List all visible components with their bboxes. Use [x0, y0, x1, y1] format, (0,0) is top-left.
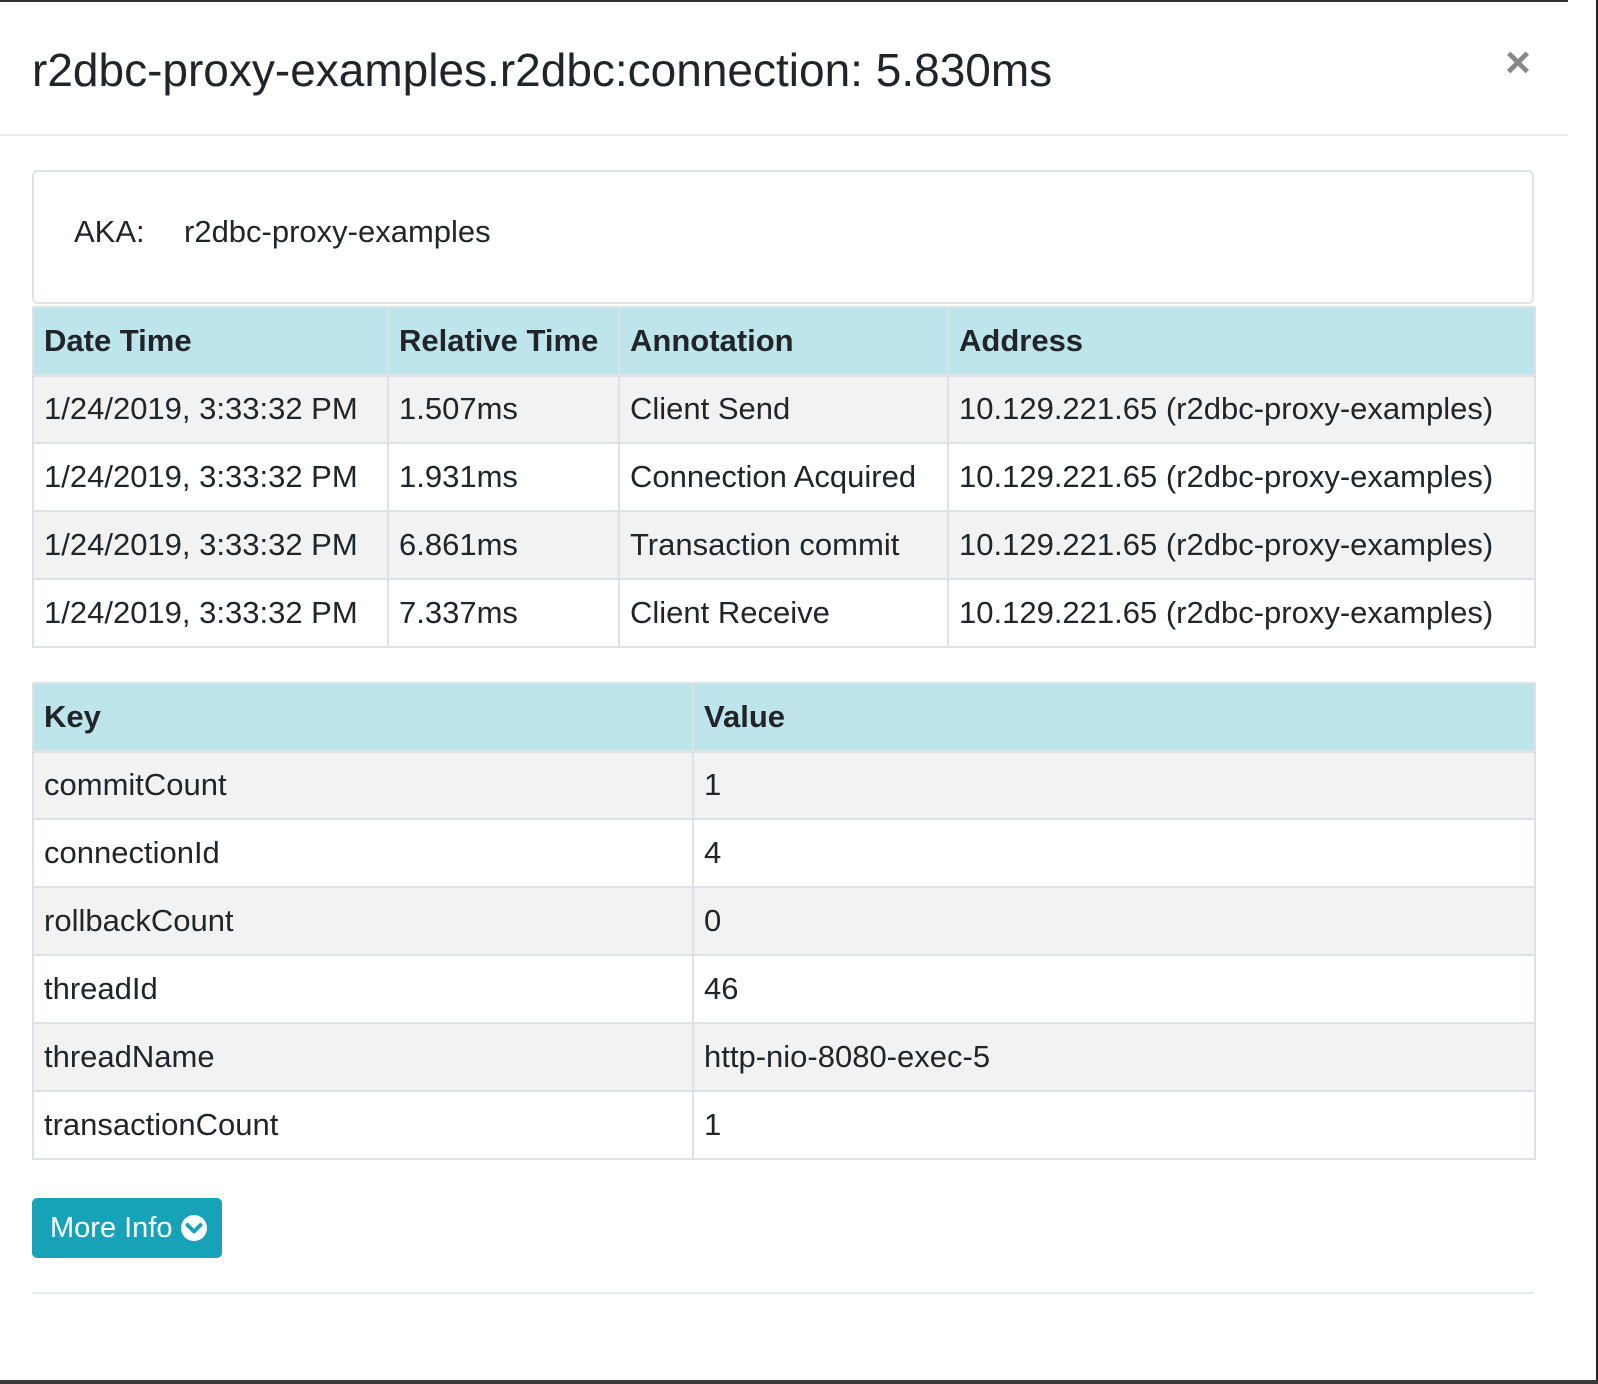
tag-key-cell: commitCount — [32, 750, 694, 820]
annotation-cell: Transaction commit — [618, 510, 949, 580]
table-row: 1/24/2019, 3:33:32 PM 7.337ms Client Rec… — [32, 578, 1536, 648]
table-row: 1/24/2019, 3:33:32 PM 6.861ms Transactio… — [32, 510, 1536, 580]
modal-header: r2dbc-proxy-examples.r2dbc:connection: 5… — [0, 2, 1568, 136]
page: r2dbc-proxy-examples.r2dbc:connection: 5… — [0, 0, 1598, 1384]
modal-title: r2dbc-proxy-examples.r2dbc:connection: 5… — [32, 44, 1053, 96]
column-header-annotation: Annotation — [618, 306, 949, 377]
span-detail-modal: r2dbc-proxy-examples.r2dbc:connection: 5… — [0, 2, 1568, 1380]
column-header-relative-time: Relative Time — [387, 306, 620, 377]
aka-label: AKA: — [74, 214, 145, 249]
relative-time-cell: 1.931ms — [387, 442, 620, 512]
tag-value-cell: 1 — [692, 1090, 1536, 1160]
address-cell: 10.129.221.65 (r2dbc-proxy-examples) — [947, 374, 1536, 444]
table-row: commitCount 1 — [32, 750, 1536, 820]
tag-key-cell: transactionCount — [32, 1090, 694, 1160]
annotation-cell: Client Send — [618, 374, 949, 444]
tag-value-cell: 4 — [692, 818, 1536, 888]
tag-value-cell: 46 — [692, 954, 1536, 1024]
chevron-down-circle-icon — [181, 1215, 207, 1241]
column-header-value: Value — [692, 682, 1536, 753]
table-row: rollbackCount 0 — [32, 886, 1536, 956]
column-header-address: Address — [947, 306, 1536, 377]
tag-value-cell: 0 — [692, 886, 1536, 956]
relative-time-cell: 1.507ms — [387, 374, 620, 444]
footer-divider — [32, 1292, 1534, 1294]
tag-value-cell: http-nio-8080-exec-5 — [692, 1022, 1536, 1092]
relative-time-cell: 7.337ms — [387, 578, 620, 648]
tag-value-cell: 1 — [692, 750, 1536, 820]
table-row: 1/24/2019, 3:33:32 PM 1.507ms Client Sen… — [32, 374, 1536, 444]
tag-key-cell: threadId — [32, 954, 694, 1024]
column-header-date-time: Date Time — [32, 306, 389, 377]
window-frame-bottom — [0, 1380, 1598, 1384]
aka-panel: AKA: r2dbc-proxy-examples — [32, 170, 1534, 304]
tag-key-cell: rollbackCount — [32, 886, 694, 956]
table-row: threadName http-nio-8080-exec-5 — [32, 1022, 1536, 1092]
address-cell: 10.129.221.65 (r2dbc-proxy-examples) — [947, 442, 1536, 512]
aka-value: r2dbc-proxy-examples — [184, 214, 491, 249]
more-info-label: More Info — [50, 1212, 173, 1244]
address-cell: 10.129.221.65 (r2dbc-proxy-examples) — [947, 578, 1536, 648]
table-row: connectionId 4 — [32, 818, 1536, 888]
tag-key-cell: connectionId — [32, 818, 694, 888]
close-button[interactable]: × — [1496, 38, 1540, 88]
date-time-cell: 1/24/2019, 3:33:32 PM — [32, 374, 389, 444]
annotations-header-row: Date Time Relative Time Annotation Addre… — [32, 306, 1536, 377]
column-header-key: Key — [32, 682, 694, 753]
date-time-cell: 1/24/2019, 3:33:32 PM — [32, 442, 389, 512]
tags-table: Key Value commitCount 1 connectionId 4 r… — [32, 682, 1536, 1160]
annotation-cell: Connection Acquired — [618, 442, 949, 512]
relative-time-cell: 6.861ms — [387, 510, 620, 580]
table-row: threadId 46 — [32, 954, 1536, 1024]
window-frame-right — [1568, 0, 1598, 1384]
annotation-cell: Client Receive — [618, 578, 949, 648]
table-row: 1/24/2019, 3:33:32 PM 1.931ms Connection… — [32, 442, 1536, 512]
annotations-table: Date Time Relative Time Annotation Addre… — [32, 306, 1536, 648]
address-cell: 10.129.221.65 (r2dbc-proxy-examples) — [947, 510, 1536, 580]
date-time-cell: 1/24/2019, 3:33:32 PM — [32, 578, 389, 648]
tag-key-cell: threadName — [32, 1022, 694, 1092]
more-info-button[interactable]: More Info — [32, 1198, 222, 1258]
date-time-cell: 1/24/2019, 3:33:32 PM — [32, 510, 389, 580]
tags-header-row: Key Value — [32, 682, 1536, 753]
table-row: transactionCount 1 — [32, 1090, 1536, 1160]
